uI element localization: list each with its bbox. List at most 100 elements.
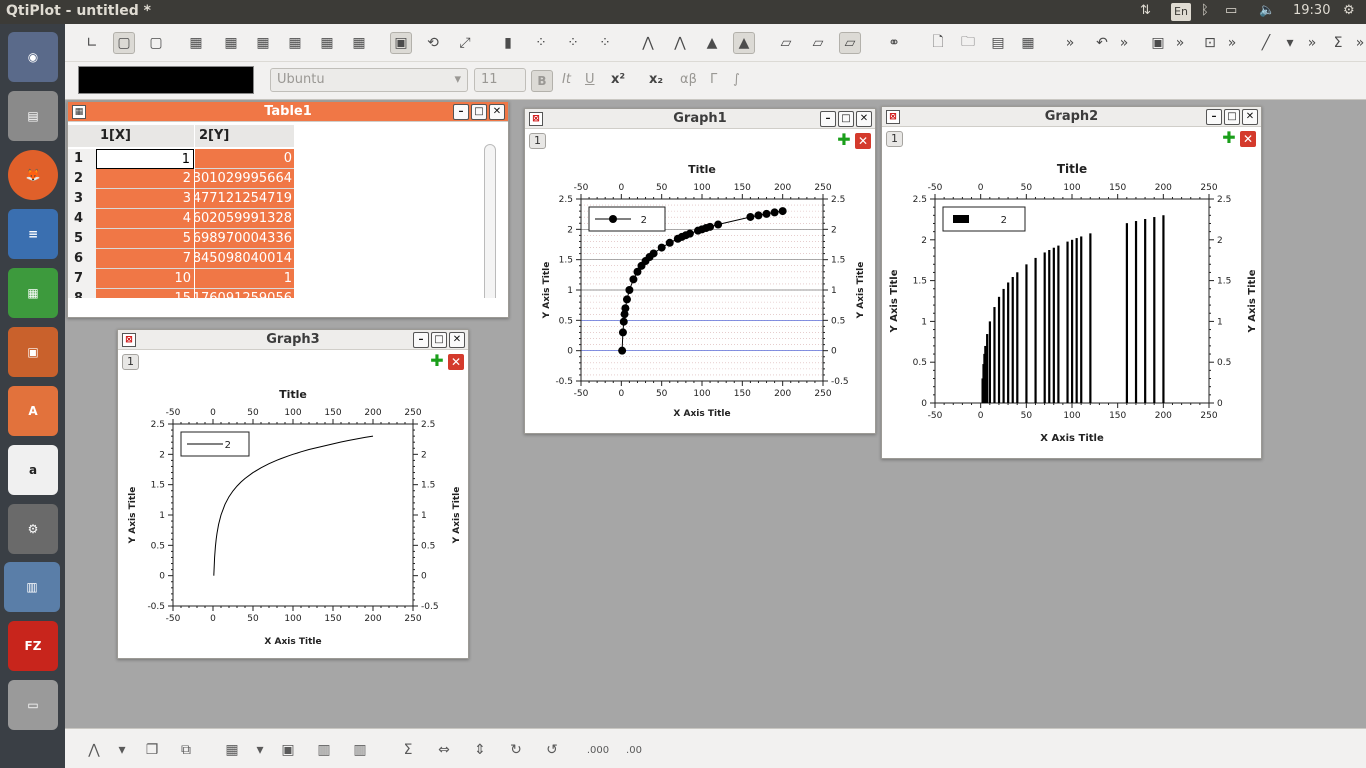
layer-icon[interactable]: ⊡ — [1199, 32, 1221, 54]
volume-icon[interactable]: 🔈 — [1259, 3, 1275, 18]
underline-button[interactable]: U — [585, 72, 595, 87]
sigma-icon[interactable]: Σ — [397, 739, 419, 761]
graph3-plot[interactable]: -50-50005050100100150150200200250250-0.5… — [118, 372, 468, 658]
clock[interactable]: 19:30 — [1293, 3, 1330, 18]
graph1-window[interactable]: ⊠ Graph1 – □ ✕ 1 ✚ ✕ -50 -50 0 0 50 50 100 100 150… — [524, 108, 876, 434]
row-header[interactable]: 3 — [68, 189, 96, 209]
graph-layers-icon[interactable]: ⧉ — [175, 739, 197, 761]
grid-floor-icon[interactable]: ▦ — [348, 32, 370, 54]
graph1-titlebar[interactable]: ⊠ Graph1 – □ ✕ — [525, 109, 875, 129]
chevron-down-icon[interactable]: ▾ — [111, 739, 133, 761]
close-button[interactable]: ✕ — [856, 111, 872, 127]
add-layer-icon[interactable]: ✚ — [429, 353, 445, 370]
graph1-plot[interactable]: -50-50005050100100150150200200250250-0.5… — [525, 151, 875, 433]
chevron-down-icon[interactable]: ▾ — [249, 739, 271, 761]
layer-button[interactable]: 1 — [886, 131, 903, 147]
gamma-button[interactable]: Γ — [710, 72, 717, 87]
writer-icon[interactable]: ≡ — [8, 209, 58, 259]
row-header[interactable]: 2 — [68, 169, 96, 189]
remove-layer-icon[interactable]: ✕ — [1240, 131, 1256, 147]
network-icon[interactable]: ⇅ — [1140, 3, 1151, 18]
grid-front-icon[interactable]: ▦ — [185, 32, 207, 54]
table-cell-x[interactable]: 2 — [96, 169, 194, 189]
minimize-button[interactable]: – — [413, 332, 429, 348]
close-button[interactable]: ✕ — [489, 104, 505, 120]
amazon-icon[interactable]: a — [8, 445, 58, 495]
new-table-icon[interactable]: ▦ — [1017, 32, 1039, 54]
superscript-button[interactable]: x² — [611, 72, 625, 87]
bars-icon[interactable]: ▥ — [349, 739, 371, 761]
row-header[interactable]: 4 — [68, 209, 96, 229]
frame-icon[interactable]: ▢ — [145, 32, 167, 54]
histogram-icon[interactable]: ▥ — [313, 739, 335, 761]
table-cell-y[interactable]: 0.477121254719 — [195, 189, 294, 209]
remove-layer-icon[interactable]: ✕ — [448, 354, 464, 370]
table-cell-y[interactable]: 0.602059991328 — [195, 209, 294, 229]
maximize-button[interactable]: □ — [471, 104, 487, 120]
more-icon-6[interactable]: » — [1349, 32, 1366, 54]
column-header[interactable]: 2[Y] — [195, 125, 294, 147]
matrix-icon[interactable]: ▦ — [221, 739, 243, 761]
impress-icon[interactable]: ▣ — [8, 327, 58, 377]
firefox-icon[interactable]: 🦊 — [8, 150, 58, 200]
undo-icon[interactable]: ↶ — [1091, 32, 1113, 54]
floor-empty-icon[interactable]: ▱ — [839, 32, 861, 54]
close-button[interactable]: ✕ — [1242, 109, 1258, 125]
maximize-button[interactable]: □ — [838, 111, 854, 127]
more-icon[interactable]: » — [1059, 32, 1081, 54]
graph3-titlebar[interactable]: ⊠ Graph3 – □ ✕ — [118, 330, 468, 350]
grid-back-icon[interactable]: ▦ — [220, 32, 242, 54]
vertical-scrollbar[interactable] — [484, 144, 496, 298]
table1-titlebar[interactable]: ▦ Table1 – □ ✕ — [68, 102, 508, 122]
decrease-precision-icon[interactable]: .00 — [623, 739, 645, 761]
chevron-down-icon[interactable]: ▾ — [1279, 32, 1301, 54]
more-icon-2[interactable]: » — [1113, 32, 1135, 54]
image-icon[interactable]: ▣ — [277, 739, 299, 761]
gear-icon[interactable]: ⚙ — [1343, 3, 1355, 18]
rotate-right-icon[interactable]: ↻ — [505, 739, 527, 761]
calc-icon[interactable]: ▦ — [8, 268, 58, 318]
system-settings-icon[interactable]: ⚙ — [8, 504, 58, 554]
battery-icon[interactable]: ▭ — [1225, 3, 1237, 18]
color-picker[interactable] — [78, 66, 254, 94]
hidden-line-icon[interactable]: ⋀ — [669, 32, 691, 54]
table-cell-y[interactable]: 0 — [195, 149, 294, 169]
line-tool-icon[interactable]: ╱ — [1255, 32, 1277, 54]
layers-icon[interactable]: ❐ — [141, 739, 163, 761]
close-button[interactable]: ✕ — [449, 332, 465, 348]
grid-right-icon[interactable]: ▦ — [284, 32, 306, 54]
graph3-window[interactable]: ⊠ Graph3 – □ ✕ 1 ✚ ✕ -50 -50 0 0 50 50 100 100 150… — [117, 329, 469, 659]
new-project-icon[interactable]: 🗋 — [927, 32, 949, 54]
flip-horizontal-icon[interactable]: ⇔ — [433, 739, 455, 761]
fit-frame-icon[interactable]: ⤢ — [454, 32, 476, 54]
table-cell-x[interactable]: 15 — [96, 289, 194, 298]
ubuntu-home-icon[interactable]: ◉ — [8, 32, 58, 82]
graph2-titlebar[interactable]: ⊠ Graph2 – □ ✕ — [882, 107, 1261, 127]
table-cell-y[interactable]: 1.176091259056 — [195, 289, 294, 298]
integral-button[interactable]: ∫ — [733, 72, 740, 87]
3d-box-icon[interactable]: ▢ — [113, 32, 135, 54]
table-cell-x[interactable]: 1 — [96, 149, 194, 169]
software-center-icon[interactable]: A — [8, 386, 58, 436]
graph2-window[interactable]: ⊠ Graph2 – □ ✕ 1 ✚ ✕ -50 -50 0 0 50 50 100 100 150… — [881, 106, 1262, 459]
wireframe-icon[interactable]: ⋀ — [637, 32, 659, 54]
perspective-icon[interactable]: ▣ — [390, 32, 412, 54]
more-icon-4[interactable]: » — [1221, 32, 1243, 54]
floor-iso-icon[interactable]: ▱ — [807, 32, 829, 54]
graph2-plot[interactable]: -50-500050501001001501502002002502500 00.… — [882, 149, 1261, 459]
more-icon-5[interactable]: » — [1301, 32, 1323, 54]
grid-left-icon[interactable]: ▦ — [252, 32, 274, 54]
font-family-select[interactable]: Ubuntu ▾ — [270, 68, 468, 92]
row-header[interactable]: 6 — [68, 249, 96, 269]
rotate-left-icon[interactable]: ↺ — [541, 739, 563, 761]
crosses-icon[interactable]: ⁘ — [594, 32, 616, 54]
axes-icon[interactable]: ∟ — [81, 32, 103, 54]
table-cell-y[interactable]: 0.845098040014 — [195, 249, 294, 269]
subscript-button[interactable]: x₂ — [649, 72, 663, 87]
files-icon[interactable]: ▤ — [8, 91, 58, 141]
cones-icon[interactable]: ⁘ — [562, 32, 584, 54]
flip-vertical-icon[interactable]: ⇕ — [469, 739, 491, 761]
table1-window[interactable]: ▦ Table1 –□✕ 1[X] 2[Y] 110220.3010299956… — [67, 101, 509, 318]
surface-plot-icon[interactable]: ⋀ — [83, 739, 105, 761]
table-cell-y[interactable]: 0.301029995664 — [195, 169, 294, 189]
